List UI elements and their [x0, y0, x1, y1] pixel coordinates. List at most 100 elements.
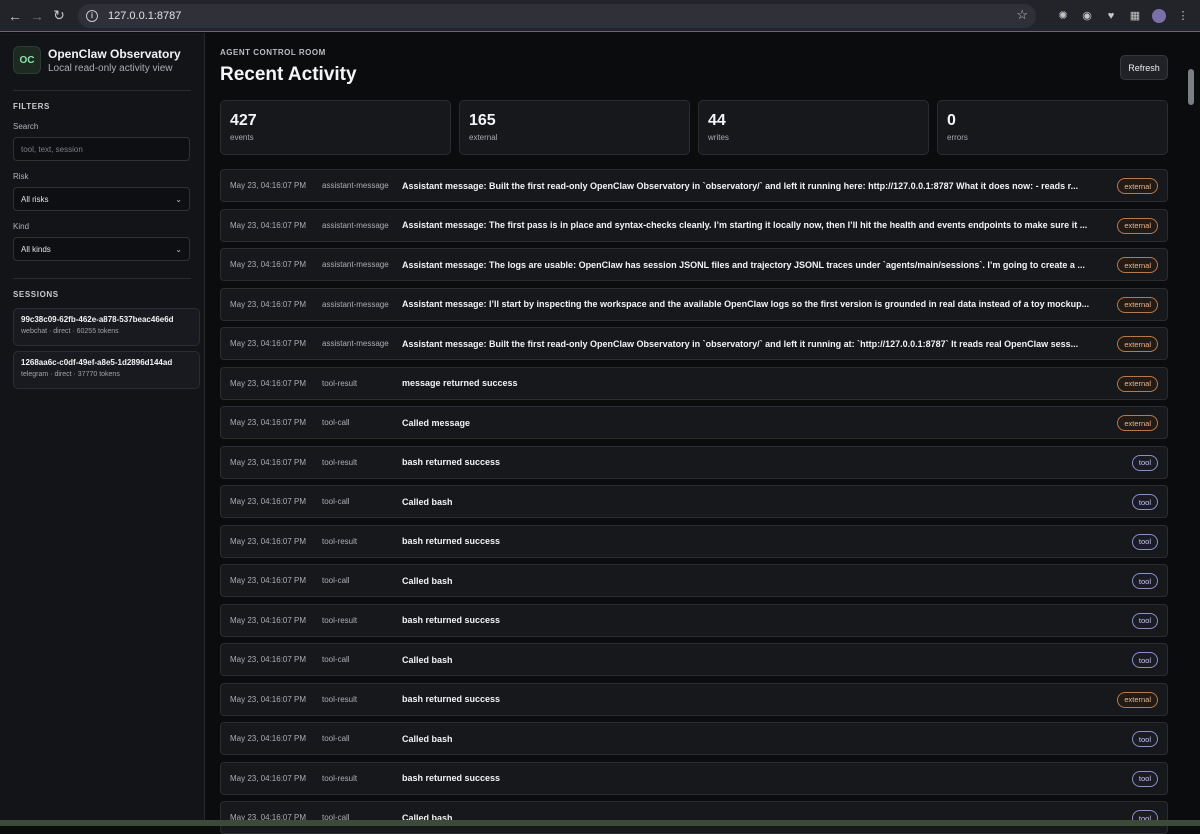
- browser-menu-icon[interactable]: ⋮: [1176, 9, 1190, 23]
- stat-label: external: [469, 133, 498, 142]
- event-kind: tool-result: [322, 773, 358, 783]
- scrollbar-thumb[interactable]: [1188, 69, 1194, 105]
- event-time: May 23, 04:16:07 PM: [230, 378, 307, 388]
- event-kind: tool-result: [322, 615, 358, 625]
- event-badge: external: [1117, 257, 1158, 273]
- event-row[interactable]: May 23, 04:16:07 PM tool-result bash retur…: [220, 761, 1168, 795]
- event-row[interactable]: May 23, 04:16:07 PM assistant-message Assi…: [220, 287, 1168, 321]
- event-text: Assistant message: The first pass is in …: [402, 220, 1088, 230]
- stat-label: errors: [947, 133, 968, 142]
- extension-heart-icon[interactable]: ♥: [1104, 9, 1118, 23]
- extensions-puzzle-icon[interactable]: ▦: [1128, 9, 1142, 23]
- event-row[interactable]: May 23, 04:16:07 PM tool-result bash retur…: [220, 445, 1168, 479]
- event-text: message returned success: [402, 378, 518, 388]
- stat-value: 427: [230, 112, 257, 129]
- forward-arrow-icon[interactable]: →: [26, 5, 48, 27]
- event-badge: tool: [1131, 612, 1158, 629]
- event-row[interactable]: May 23, 04:16:07 PM tool-call Called messa…: [220, 406, 1168, 439]
- site-info-icon[interactable]: i: [86, 9, 98, 22]
- kind-select[interactable]: All kinds ⌄: [13, 237, 190, 261]
- browser-toolbar: ← → ↻ i 127.0.0.1:8787 ☆ ✺ ◉ ♥ ▦ ⋮: [0, 0, 1200, 32]
- event-text: Called message: [402, 417, 471, 428]
- event-row[interactable]: May 23, 04:16:07 PM tool-result bash retur…: [220, 682, 1168, 716]
- event-kind: assistant-message: [322, 299, 389, 309]
- event-kind: tool-result: [322, 378, 358, 388]
- session-item[interactable]: 99c38c09-62fb-462e-a878-537beac46e6d web…: [13, 308, 200, 346]
- session-id: 99c38c09-62fb-462e-a878-537beac46e6d: [21, 315, 174, 324]
- event-text: Assistant message: Built the first read-…: [402, 180, 1079, 191]
- event-time: May 23, 04:16:07 PM: [230, 694, 307, 704]
- risk-select[interactable]: All risks ⌄: [13, 187, 190, 211]
- search-input[interactable]: tool, text, session: [13, 137, 190, 161]
- search-placeholder: tool, text, session: [21, 144, 83, 154]
- bookmark-star-icon[interactable]: ☆: [1016, 7, 1028, 23]
- event-row[interactable]: May 23, 04:16:07 PM tool-call Called bash t…: [220, 564, 1168, 597]
- event-text: Called bash: [402, 654, 453, 665]
- event-row[interactable]: May 23, 04:16:07 PM assistant-message Assi…: [220, 327, 1168, 360]
- session-meta: telegram · direct · 37770 tokens: [21, 371, 120, 378]
- event-text: Assistant message: The logs are usable: …: [402, 259, 1085, 270]
- chevron-down-icon: ⌄: [175, 194, 182, 204]
- event-row[interactable]: May 23, 04:16:07 PM tool-call Called bash t…: [220, 485, 1168, 518]
- main-content: AGENT CONTROL ROOM Recent Activity Refre…: [220, 33, 1168, 834]
- brand: OC OpenClaw Observatory Local read-only …: [13, 46, 191, 74]
- refresh-button[interactable]: Refresh: [1120, 55, 1168, 80]
- event-time: May 23, 04:16:07 PM: [230, 220, 307, 230]
- reload-icon[interactable]: ↻: [48, 5, 70, 27]
- event-row[interactable]: May 23, 04:16:07 PM assistant-message Assi…: [220, 208, 1168, 242]
- stat-card-errors: 0 errors: [937, 100, 1168, 155]
- extension-gear-icon[interactable]: ✺: [1056, 9, 1070, 23]
- event-time: May 23, 04:16:07 PM: [230, 576, 307, 585]
- event-badge: tool: [1131, 573, 1158, 589]
- address-bar[interactable]: i 127.0.0.1:8787 ☆: [78, 3, 1036, 28]
- event-time: May 23, 04:16:07 PM: [230, 181, 307, 190]
- event-badge: external: [1117, 217, 1158, 234]
- page-title: Recent Activity: [220, 64, 357, 85]
- sidebar: OC OpenClaw Observatory Local read-only …: [0, 33, 205, 826]
- sidebar-divider: [13, 90, 191, 91]
- stat-value: 0: [947, 112, 956, 129]
- event-time: May 23, 04:16:07 PM: [230, 418, 307, 427]
- kind-label: Kind: [13, 222, 30, 231]
- event-badge: tool: [1131, 731, 1158, 747]
- event-kind: tool-call: [322, 418, 350, 427]
- stat-card-events: 427 events: [220, 100, 451, 155]
- event-kind: tool-call: [322, 576, 350, 585]
- event-text: bash returned success: [402, 457, 501, 467]
- url-text[interactable]: 127.0.0.1:8787: [108, 10, 181, 22]
- event-kind: tool-result: [322, 457, 358, 467]
- extension-shield-icon[interactable]: ◉: [1080, 9, 1094, 23]
- event-row[interactable]: May 23, 04:16:07 PM assistant-message Assi…: [220, 248, 1168, 281]
- event-kind: tool-call: [322, 734, 350, 743]
- stats-row: 427 events 165 external 44 writes 0 erro…: [220, 100, 1168, 155]
- event-text: Assistant message: Built the first read-…: [402, 338, 1079, 349]
- event-badge: external: [1117, 415, 1158, 431]
- app-title: OpenClaw Observatory: [48, 46, 181, 61]
- event-badge: tool: [1131, 494, 1158, 510]
- event-time: May 23, 04:16:07 PM: [230, 536, 307, 546]
- stat-label: writes: [708, 133, 729, 142]
- event-time: May 23, 04:16:07 PM: [230, 734, 307, 743]
- back-arrow-icon[interactable]: ←: [4, 5, 26, 27]
- event-text: bash returned success: [402, 615, 501, 625]
- event-badge: tool: [1131, 770, 1158, 787]
- event-kind: tool-result: [322, 694, 358, 704]
- event-row[interactable]: May 23, 04:16:07 PM tool-result bash retur…: [220, 524, 1168, 558]
- event-row[interactable]: May 23, 04:16:07 PM tool-result message re…: [220, 366, 1168, 400]
- kind-select-value: All kinds: [21, 244, 51, 254]
- event-row[interactable]: May 23, 04:16:07 PM tool-result bash retur…: [220, 603, 1168, 637]
- event-row[interactable]: May 23, 04:16:07 PM tool-call Called bash t…: [220, 801, 1168, 834]
- event-row[interactable]: May 23, 04:16:07 PM assistant-message Assi…: [220, 169, 1168, 202]
- app-logo: OC: [13, 46, 41, 74]
- event-row[interactable]: May 23, 04:16:07 PM tool-call Called bash t…: [220, 722, 1168, 755]
- event-badge: external: [1117, 296, 1158, 313]
- event-time: May 23, 04:16:07 PM: [230, 773, 307, 783]
- event-badge: tool: [1131, 533, 1158, 550]
- event-time: May 23, 04:16:07 PM: [230, 299, 307, 309]
- desktop-strip: [0, 820, 1200, 826]
- event-row[interactable]: May 23, 04:16:07 PM tool-call Called bash t…: [220, 643, 1168, 676]
- session-item[interactable]: 1268aa6c-c0df-49ef-a8e5-1d2896d144ad tel…: [13, 351, 200, 389]
- stat-card-writes: 44 writes: [698, 100, 929, 155]
- event-kind: assistant-message: [322, 339, 389, 348]
- profile-avatar-icon[interactable]: [1152, 8, 1166, 23]
